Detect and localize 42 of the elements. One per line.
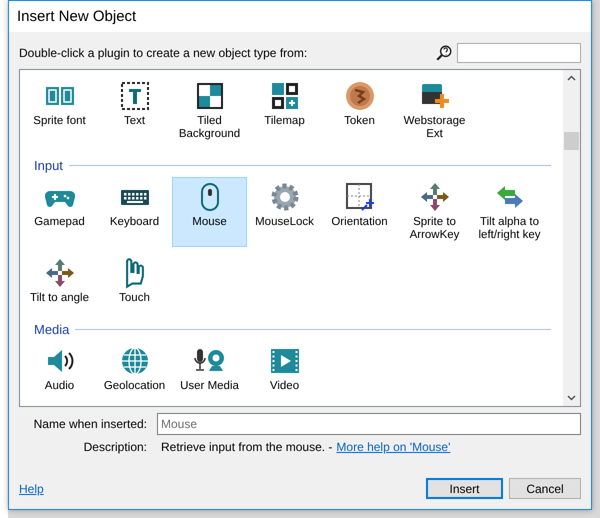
plugin-item[interactable]: Gamepad — [22, 177, 97, 247]
plugin-item[interactable]: User Media — [172, 341, 247, 398]
plugin-item[interactable]: Sprite to ArrowKey — [397, 177, 472, 247]
plugin-item[interactable]: Audio — [22, 341, 97, 398]
window-title: Insert New Object — [17, 8, 136, 25]
gear-icon — [268, 181, 300, 213]
plugin-item[interactable]: Text — [97, 76, 172, 146]
plugin-item[interactable]: Orientation — [322, 177, 397, 247]
help-link[interactable]: More help on 'Mouse' — [336, 440, 450, 454]
four-arrows-icon — [44, 257, 76, 289]
name-label: Name when inserted: — [32, 417, 148, 431]
plugin-item[interactable]: Geolocation — [97, 341, 172, 398]
crosshair-frame-icon — [344, 181, 376, 213]
scrollbar[interactable] — [563, 70, 580, 406]
plugin-item[interactable]: Tilt alpha to left/right key — [472, 177, 547, 247]
instruction-text: Double-click a plugin to create a new object type from: — [19, 46, 308, 60]
coin-icon — [344, 80, 376, 112]
scroll-thumb[interactable] — [564, 132, 579, 150]
plugin-item[interactable]: Tiled Background — [172, 76, 247, 146]
plugin-item[interactable]: Webstorage Ext — [397, 76, 472, 146]
group-header: Input — [34, 158, 63, 173]
plugin-item[interactable]: Sprite font — [22, 76, 97, 146]
plugin-item[interactable]: Tilt to angle — [22, 253, 97, 310]
four-arrows-icon — [418, 181, 450, 213]
plugin-item[interactable]: Token — [322, 76, 397, 146]
help-link[interactable]: Help — [19, 482, 44, 496]
description-text: Retrieve input from the mouse. - — [160, 440, 332, 454]
search-icon — [435, 44, 453, 62]
plugin-item[interactable]: Video — [247, 341, 322, 398]
description-label: Description: — [82, 440, 148, 454]
plugin-item[interactable]: Mouse — [172, 177, 247, 247]
plugin-item[interactable]: Keyboard — [97, 177, 172, 247]
letter-frame-icon — [118, 80, 150, 112]
plugin-item[interactable]: Tilemap — [247, 76, 322, 146]
name-field[interactable]: Mouse — [157, 413, 581, 435]
plugin-item[interactable]: Touch — [97, 253, 172, 310]
pointing-hand-icon — [124, 257, 144, 289]
search-field[interactable] — [457, 43, 581, 63]
group-header: Media — [34, 322, 70, 337]
plugin-item[interactable]: MouseLock — [247, 177, 322, 247]
cancel-button[interactable]: Cancel — [509, 478, 581, 499]
insert-button[interactable]: Insert — [426, 478, 503, 499]
